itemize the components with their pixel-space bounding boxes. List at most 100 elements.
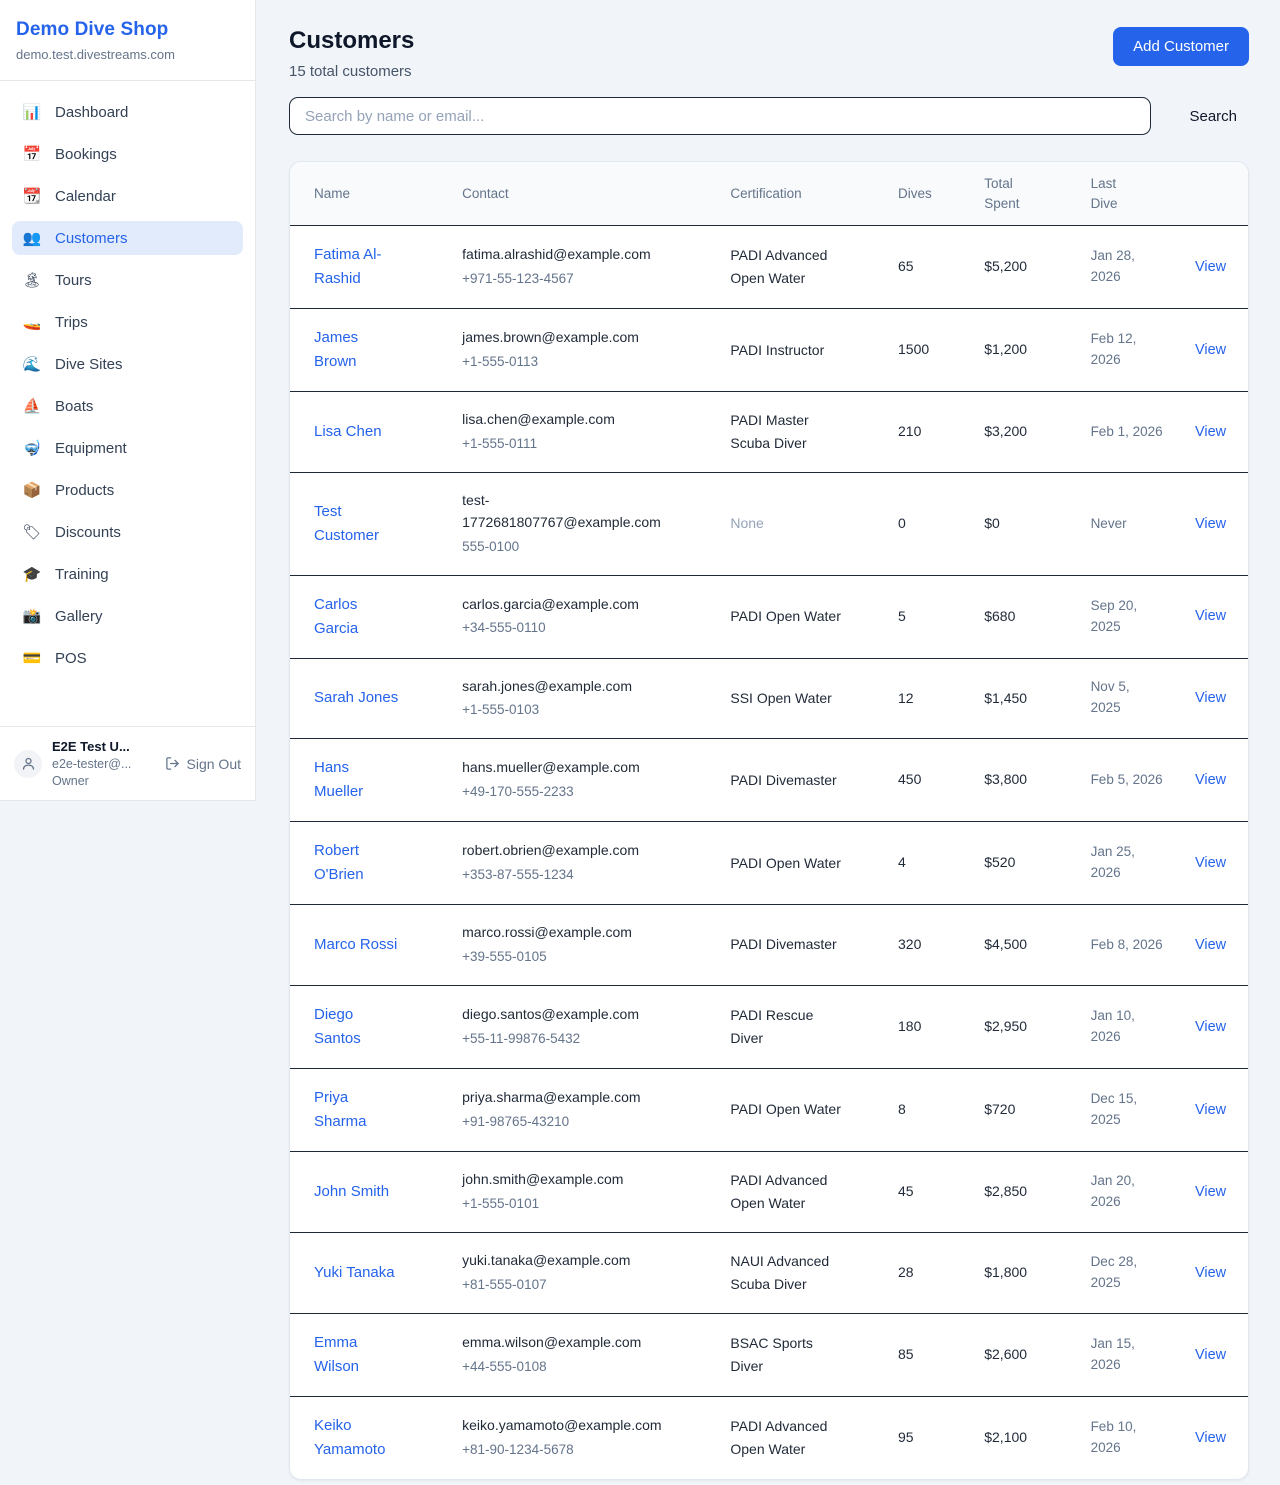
customer-name-link[interactable]: Robert O'Brien (314, 839, 400, 887)
sidebar-item-tours[interactable]: 🏝 Tours (12, 263, 243, 297)
view-link[interactable]: View (1195, 424, 1226, 440)
avatar (14, 750, 42, 778)
view-link[interactable]: View (1195, 1184, 1226, 1200)
customer-dives: 95 (882, 1397, 968, 1480)
customer-last-dive: Never (1075, 473, 1179, 575)
customer-certification: PADI Master Scuba Diver (730, 409, 844, 455)
search-button[interactable]: Search (1177, 100, 1249, 133)
sidebar-item-customers[interactable]: 👥 Customers (12, 221, 243, 255)
customer-name-link[interactable]: Marco Rossi (314, 933, 397, 957)
customer-total-spent: $2,100 (968, 1397, 1074, 1480)
page-header-text: Customers 15 total customers (289, 27, 414, 80)
user-info: E2E Test U... e2e-tester@... Owner (52, 739, 155, 788)
customer-phone: +971-55-123-4567 (462, 269, 698, 290)
customer-phone: +81-90-1234-5678 (462, 1440, 698, 1461)
customer-last-dive: Dec 15, 2025 (1075, 1068, 1179, 1151)
user-name: E2E Test U... (52, 739, 155, 754)
customer-certification: None (730, 512, 763, 535)
table-row: Keiko Yamamoto keiko.yamamoto@example.co… (290, 1397, 1248, 1480)
customer-name-link[interactable]: Carlos Garcia (314, 593, 400, 641)
view-link[interactable]: View (1195, 259, 1226, 275)
customer-dives: 320 (882, 905, 968, 986)
view-link[interactable]: View (1195, 1347, 1226, 1363)
customer-certification: PADI Divemaster (730, 933, 836, 956)
sidebar-item-dashboard[interactable]: 📊 Dashboard (12, 95, 243, 129)
customer-total-spent: $680 (968, 575, 1074, 658)
customer-name-link[interactable]: Sarah Jones (314, 686, 398, 710)
sidebar-item-pos[interactable]: 💳 POS (12, 641, 243, 675)
sign-out-button[interactable]: Sign Out (165, 756, 241, 772)
table-row: Hans Mueller hans.mueller@example.com +4… (290, 739, 1248, 822)
customer-email: lisa.chen@example.com (462, 409, 615, 431)
customer-last-dive: Jan 15, 2026 (1075, 1314, 1179, 1397)
view-link[interactable]: View (1195, 690, 1226, 706)
customer-total-spent: $520 (968, 822, 1074, 905)
view-link[interactable]: View (1195, 1430, 1226, 1446)
view-link[interactable]: View (1195, 1265, 1226, 1281)
table-row: Sarah Jones sarah.jones@example.com +1-5… (290, 658, 1248, 739)
customer-email: james.brown@example.com (462, 327, 639, 349)
customer-email: yuki.tanaka@example.com (462, 1250, 630, 1272)
customer-name-link[interactable]: Keiko Yamamoto (314, 1414, 400, 1462)
sidebar-item-trips[interactable]: 🚤 Trips (12, 305, 243, 339)
sidebar-item-bookings[interactable]: 📅 Bookings (12, 137, 243, 171)
customer-name-link[interactable]: Hans Mueller (314, 756, 400, 804)
sidebar-item-discounts[interactable]: 🏷 Discounts (12, 515, 243, 549)
view-link[interactable]: View (1195, 1019, 1226, 1035)
search-input[interactable] (289, 97, 1151, 135)
customer-certification: PADI Advanced Open Water (730, 1415, 844, 1461)
table-row: James Brown james.brown@example.com +1-5… (290, 309, 1248, 392)
view-link[interactable]: View (1195, 342, 1226, 358)
customer-total-spent: $4,500 (968, 905, 1074, 986)
user-section: E2E Test U... e2e-tester@... Owner Sign … (0, 726, 255, 800)
customer-phone: +1-555-0101 (462, 1194, 698, 1215)
customer-name-link[interactable]: Diego Santos (314, 1003, 400, 1051)
sailboat-icon: ⛵ (22, 397, 42, 415)
view-link[interactable]: View (1195, 855, 1226, 871)
sidebar-item-gallery[interactable]: 📸 Gallery (12, 599, 243, 633)
view-link[interactable]: View (1195, 772, 1226, 788)
table-row: John Smith john.smith@example.com +1-555… (290, 1151, 1248, 1232)
sidebar-item-boats[interactable]: ⛵ Boats (12, 389, 243, 423)
customer-last-dive: Sep 20, 2025 (1075, 575, 1179, 658)
customer-total-spent: $2,950 (968, 985, 1074, 1068)
customer-phone: +55-11-99876-5432 (462, 1029, 698, 1050)
view-link[interactable]: View (1195, 608, 1226, 624)
customer-email: fatima.alrashid@example.com (462, 244, 651, 266)
bar-chart-icon: 📊 (22, 103, 42, 121)
customer-dives: 450 (882, 739, 968, 822)
customer-dives: 45 (882, 1151, 968, 1232)
sidebar-item-products[interactable]: 📦 Products (12, 473, 243, 507)
sidebar-item-equipment[interactable]: 🤿 Equipment (12, 431, 243, 465)
customer-last-dive: Dec 28, 2025 (1075, 1233, 1179, 1314)
table-row: Diego Santos diego.santos@example.com +5… (290, 985, 1248, 1068)
customer-last-dive: Feb 12, 2026 (1075, 309, 1179, 392)
customer-certification: BSAC Sports Diver (730, 1332, 844, 1378)
customer-name-link[interactable]: Fatima Al-Rashid (314, 243, 400, 291)
customer-name-link[interactable]: James Brown (314, 326, 400, 374)
sidebar-item-training[interactable]: 🎓 Training (12, 557, 243, 591)
customer-name-link[interactable]: Test Customer (314, 500, 400, 548)
column-header-dives: Dives (882, 162, 968, 226)
customer-name-link[interactable]: John Smith (314, 1180, 389, 1204)
customer-dives: 210 (882, 392, 968, 473)
customer-name-link[interactable]: Priya Sharma (314, 1086, 400, 1134)
customer-total-spent: $720 (968, 1068, 1074, 1151)
view-link[interactable]: View (1195, 937, 1226, 953)
customer-dives: 65 (882, 226, 968, 309)
view-link[interactable]: View (1195, 1102, 1226, 1118)
customer-name-link[interactable]: Emma Wilson (314, 1331, 400, 1379)
customer-total-spent: $3,800 (968, 739, 1074, 822)
sidebar-item-calendar[interactable]: 📆 Calendar (12, 179, 243, 213)
view-link[interactable]: View (1195, 516, 1226, 532)
speedboat-icon: 🚤 (22, 313, 42, 331)
customer-name-link[interactable]: Yuki Tanaka (314, 1261, 395, 1285)
customer-name-link[interactable]: Lisa Chen (314, 420, 382, 444)
customers-table: Name Contact Certification Dives Total S… (290, 162, 1248, 1479)
customer-total-spent: $0 (968, 473, 1074, 575)
customer-dives: 0 (882, 473, 968, 575)
add-customer-button[interactable]: Add Customer (1113, 27, 1249, 66)
table-header: Name Contact Certification Dives Total S… (290, 162, 1248, 226)
sidebar-item-dive-sites[interactable]: 🌊 Dive Sites (12, 347, 243, 381)
customer-phone: +1-555-0111 (462, 434, 698, 455)
